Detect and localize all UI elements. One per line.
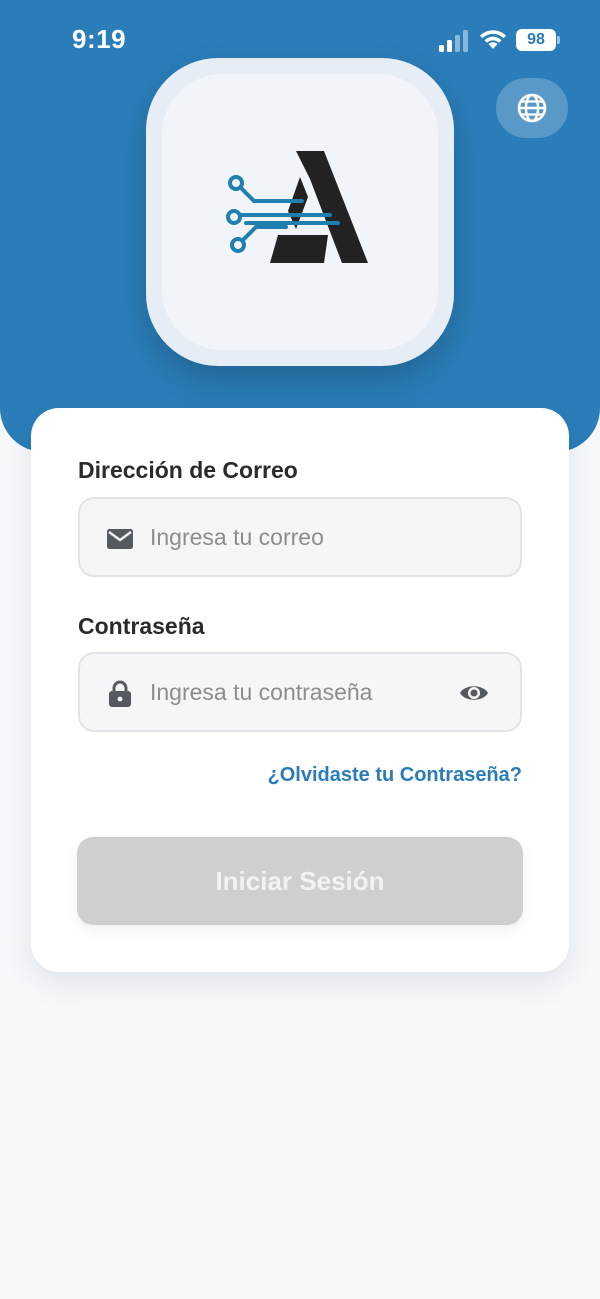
battery-level: 98 (527, 31, 545, 48)
email-label: Dirección de Correo (78, 457, 298, 483)
email-input-box[interactable] (78, 497, 522, 577)
wifi-icon (480, 30, 506, 49)
forgot-password-link[interactable]: ¿Olvidaste tu Contraseña? (268, 764, 523, 787)
password-label: Contraseña (78, 613, 205, 639)
login-button[interactable]: Iniciar Sesión (77, 837, 523, 925)
globe-icon (517, 93, 547, 123)
battery-icon: 98 (516, 29, 556, 51)
language-button[interactable] (496, 78, 568, 138)
password-field[interactable] (150, 654, 450, 730)
lock-icon (106, 680, 134, 708)
login-card: Dirección de Correo Contraseña (31, 408, 569, 972)
app-logo-inner (162, 74, 438, 350)
email-field[interactable] (150, 499, 450, 575)
status-time: 9:19 (72, 24, 127, 54)
signal-icon (439, 30, 468, 52)
mail-icon (106, 525, 134, 553)
eye-icon[interactable] (458, 680, 490, 706)
app-logo-tile (146, 58, 454, 366)
password-input-box[interactable] (78, 652, 522, 732)
circuit-a-logo (226, 151, 368, 263)
battery-tip (557, 36, 560, 44)
